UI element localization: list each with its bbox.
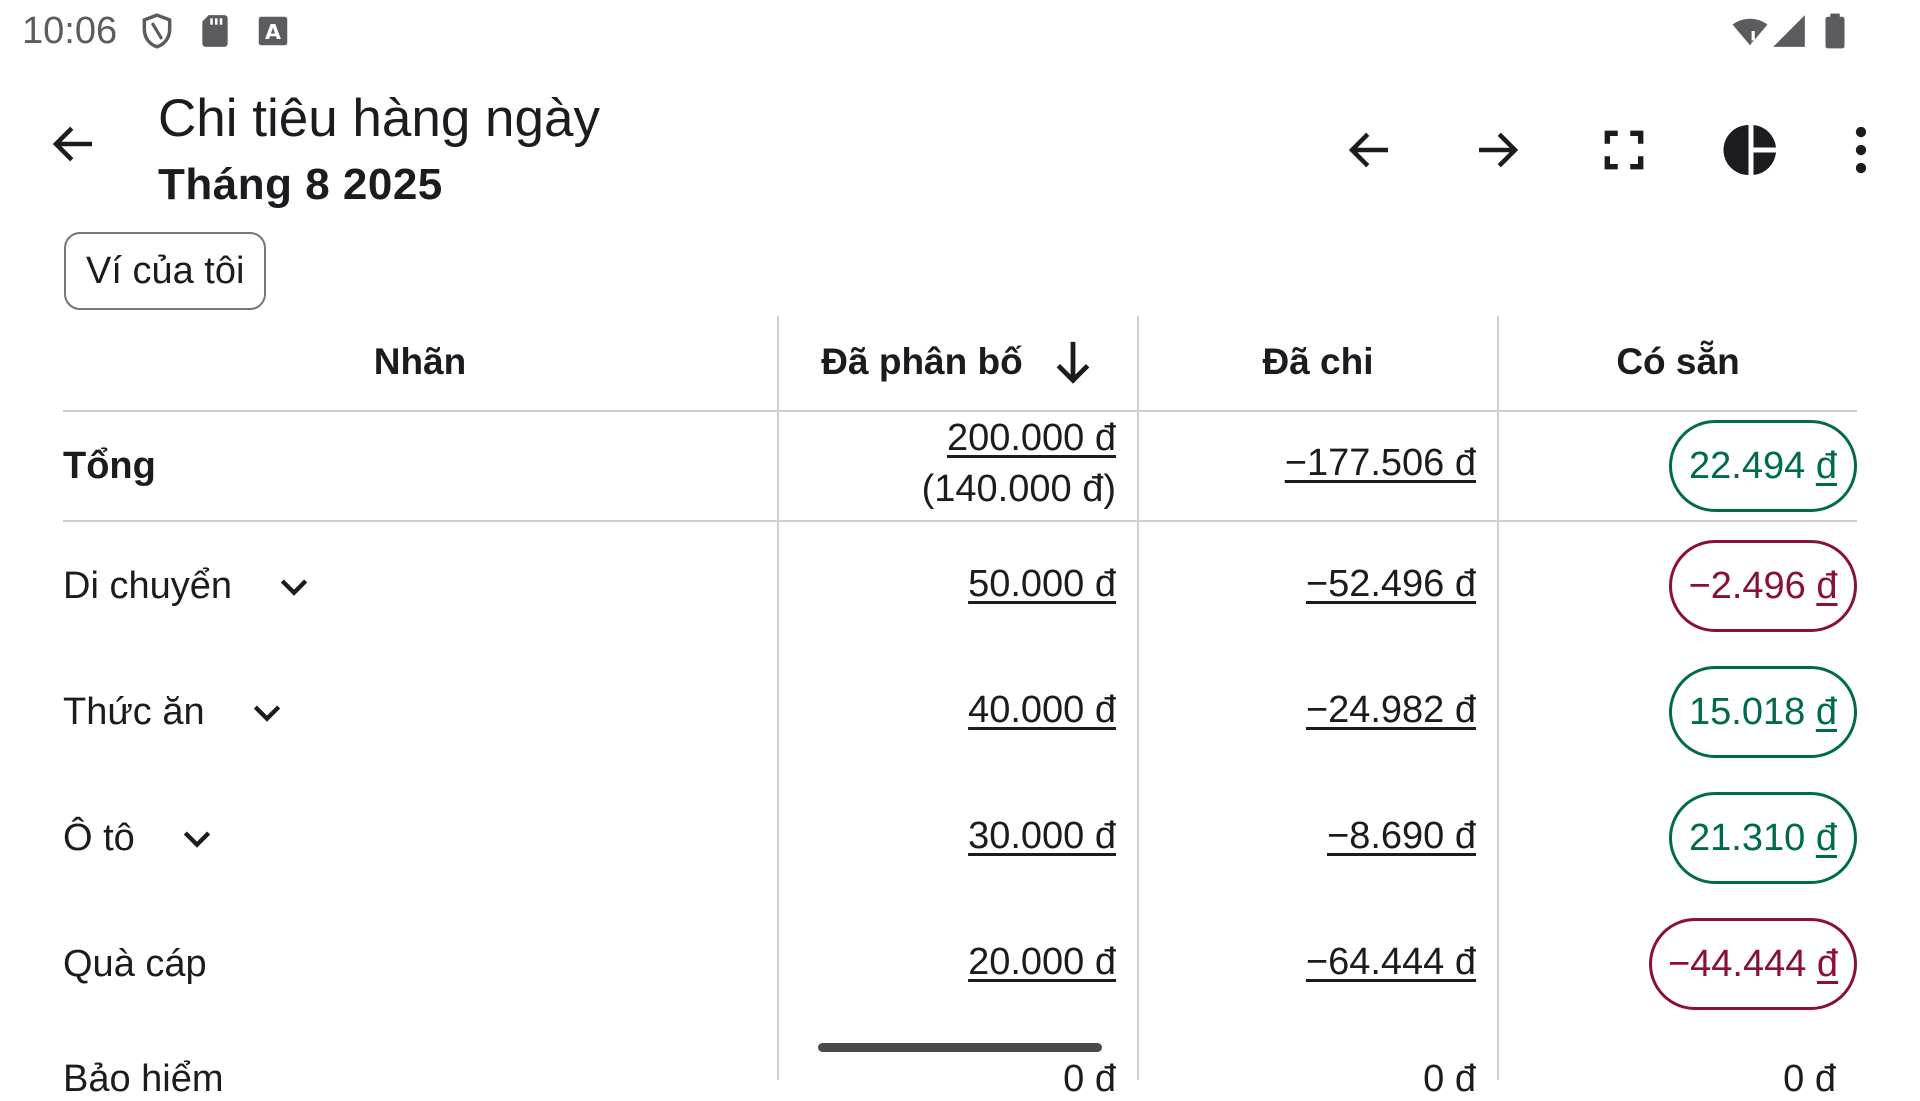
wallet-filter-chip[interactable]: Ví của tôi [64,232,267,310]
available-pill[interactable]: −44.444 đ [1649,918,1857,1010]
table-row: Quà cáp 20.000 đ −64.444 đ −44.444 đ [0,916,1920,1012]
header-allocated[interactable]: Đã phân bố [779,316,1137,408]
total-allocated-sub: (140.000 đ) [921,468,1116,510]
available-value: −44.444 [1667,942,1807,985]
currency-symbol: đ [1815,816,1837,859]
signal-icon [1770,12,1808,50]
available-pill[interactable]: −2.496 đ [1669,540,1857,632]
chevron-down-icon[interactable] [177,818,217,858]
total-divider [63,520,1857,522]
more-vert-icon [1855,126,1867,174]
chevron-down-icon[interactable] [247,692,287,732]
gesture-nav-handle[interactable] [818,1043,1102,1052]
pie-chart-icon [1723,125,1776,175]
allocated-value[interactable]: 40.000 đ [968,689,1116,732]
category-name: Quà cáp [63,942,207,985]
allocated-value[interactable]: 30.000 đ [968,815,1116,858]
shield-icon [138,12,176,50]
fullscreen-button[interactable] [1586,112,1662,188]
previous-arrow-icon [1348,132,1388,168]
spent-value[interactable]: −64.444 đ [1306,941,1476,984]
a-box-icon: A [254,12,292,50]
spent-value[interactable]: −52.496 đ [1306,563,1476,606]
battery-icon [1816,12,1854,50]
spent-value[interactable]: −8.690 đ [1327,815,1476,858]
chevron-down-icon[interactable] [274,566,314,606]
wallet-filter-label: Ví của tôi [86,249,245,292]
total-label: Tổng [63,444,156,487]
allocated-value[interactable]: 50.000 đ [968,563,1116,606]
available-pill[interactable]: 21.310 đ [1669,792,1857,884]
category-name: Di chuyển [63,564,232,607]
currency-symbol: đ [1815,690,1837,733]
available-value: 21.310 [1689,816,1806,859]
currency-symbol: đ [1816,564,1838,607]
available-value: 15.018 [1689,690,1806,733]
category-label: Ô tô [63,790,217,886]
table-row-total: Tổng 200.000 đ (140.000 đ) −177.506 đ 22… [0,412,1920,520]
more-options-button[interactable] [1823,112,1899,188]
total-spent[interactable]: −177.506 đ [1285,442,1476,485]
header-allocated-text: Đã phân bố [821,341,1023,382]
category-label: Di chuyển [63,538,314,634]
table-row: Di chuyển 50.000 đ −52.496 đ −2.496 đ [0,538,1920,634]
chart-view-button[interactable] [1713,112,1789,188]
table-row: Thức ăn 40.000 đ −24.982 đ 15.018 đ [0,664,1920,760]
back-arrow-icon [52,126,92,162]
next-arrow-icon [1479,132,1519,168]
category-label: Thức ăn [63,664,287,760]
page-title: Chi tiêu hàng ngày [158,89,600,148]
fullscreen-icon [1604,130,1644,170]
total-allocated[interactable]: 200.000 đ [947,417,1116,460]
spent-value[interactable]: −24.982 đ [1306,689,1476,732]
header-spent[interactable]: Đã chi [1139,316,1497,408]
arrow-down-icon [1051,338,1095,386]
available-pill[interactable]: 15.018 đ [1669,666,1857,758]
previous-period-button[interactable] [1332,112,1408,188]
currency-symbol: đ [1815,444,1837,487]
budget-table: Nhãn Đã phân bố Đã chi Có sẵn Tổng 200.0… [0,316,1920,1100]
back-button[interactable] [42,112,106,176]
category-name: Ô tô [63,816,135,859]
allocated-value[interactable]: 20.000 đ [968,941,1116,984]
currency-symbol: đ [1816,942,1839,985]
sd-card-icon [196,12,234,50]
header-label[interactable]: Nhãn [63,316,777,408]
wifi-icon [1730,12,1768,50]
available-value: −2.496 [1688,564,1806,607]
category-name: Thức ăn [63,690,205,733]
total-available-pill[interactable]: 22.494 đ [1669,420,1857,512]
next-period-button[interactable] [1459,112,1535,188]
status-bar: 10:06 A [0,0,1920,64]
svg-text:A: A [265,20,281,44]
header-available[interactable]: Có sẵn [1499,316,1857,408]
page-subtitle: Tháng 8 2025 [158,160,443,209]
category-label: Quà cáp [63,916,207,1012]
table-row: Ô tô 30.000 đ −8.690 đ 21.310 đ [0,790,1920,886]
total-available-value: 22.494 [1689,444,1806,487]
status-time: 10:06 [22,10,118,52]
